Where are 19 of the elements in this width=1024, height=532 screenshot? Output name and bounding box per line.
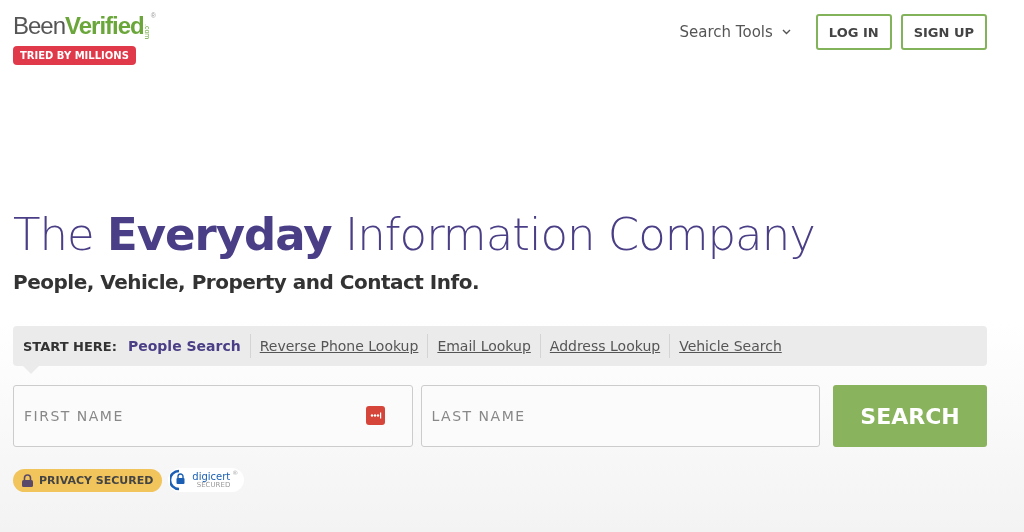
search-type-tab[interactable]: People Search (127, 338, 241, 354)
subtitle: People, Vehicle, Property and Contact Info. (13, 270, 481, 294)
headline: The Everyday Information Company (13, 207, 816, 263)
start-here-label: START HERE: (23, 338, 117, 354)
search-type-tab[interactable]: Vehicle Search (679, 338, 782, 354)
privacy-label: PRIVACY SECURED (39, 473, 154, 487)
chevron-icon (781, 29, 791, 35)
signup-button[interactable]: SIGN UP (900, 14, 987, 50)
search-tools-menu[interactable]: Search Tools (679, 23, 791, 41)
digicert-name: digicert (192, 471, 231, 482)
lock-icon (22, 473, 33, 487)
search-type-tab[interactable]: Reverse Phone Lookup (259, 338, 419, 354)
name-field[interactable]: FIRST NAME (13, 385, 413, 447)
search-type-tab[interactable]: Email Lookup (437, 338, 531, 354)
logo-text[interactable]: Been (13, 12, 66, 40)
search-type-tab[interactable]: Address Lookup (549, 338, 661, 354)
name-field[interactable]: LAST NAME (420, 385, 820, 447)
login-button[interactable]: LOG IN (815, 14, 892, 50)
tagline-badge: TRIED BY MILLIONS (13, 46, 136, 65)
